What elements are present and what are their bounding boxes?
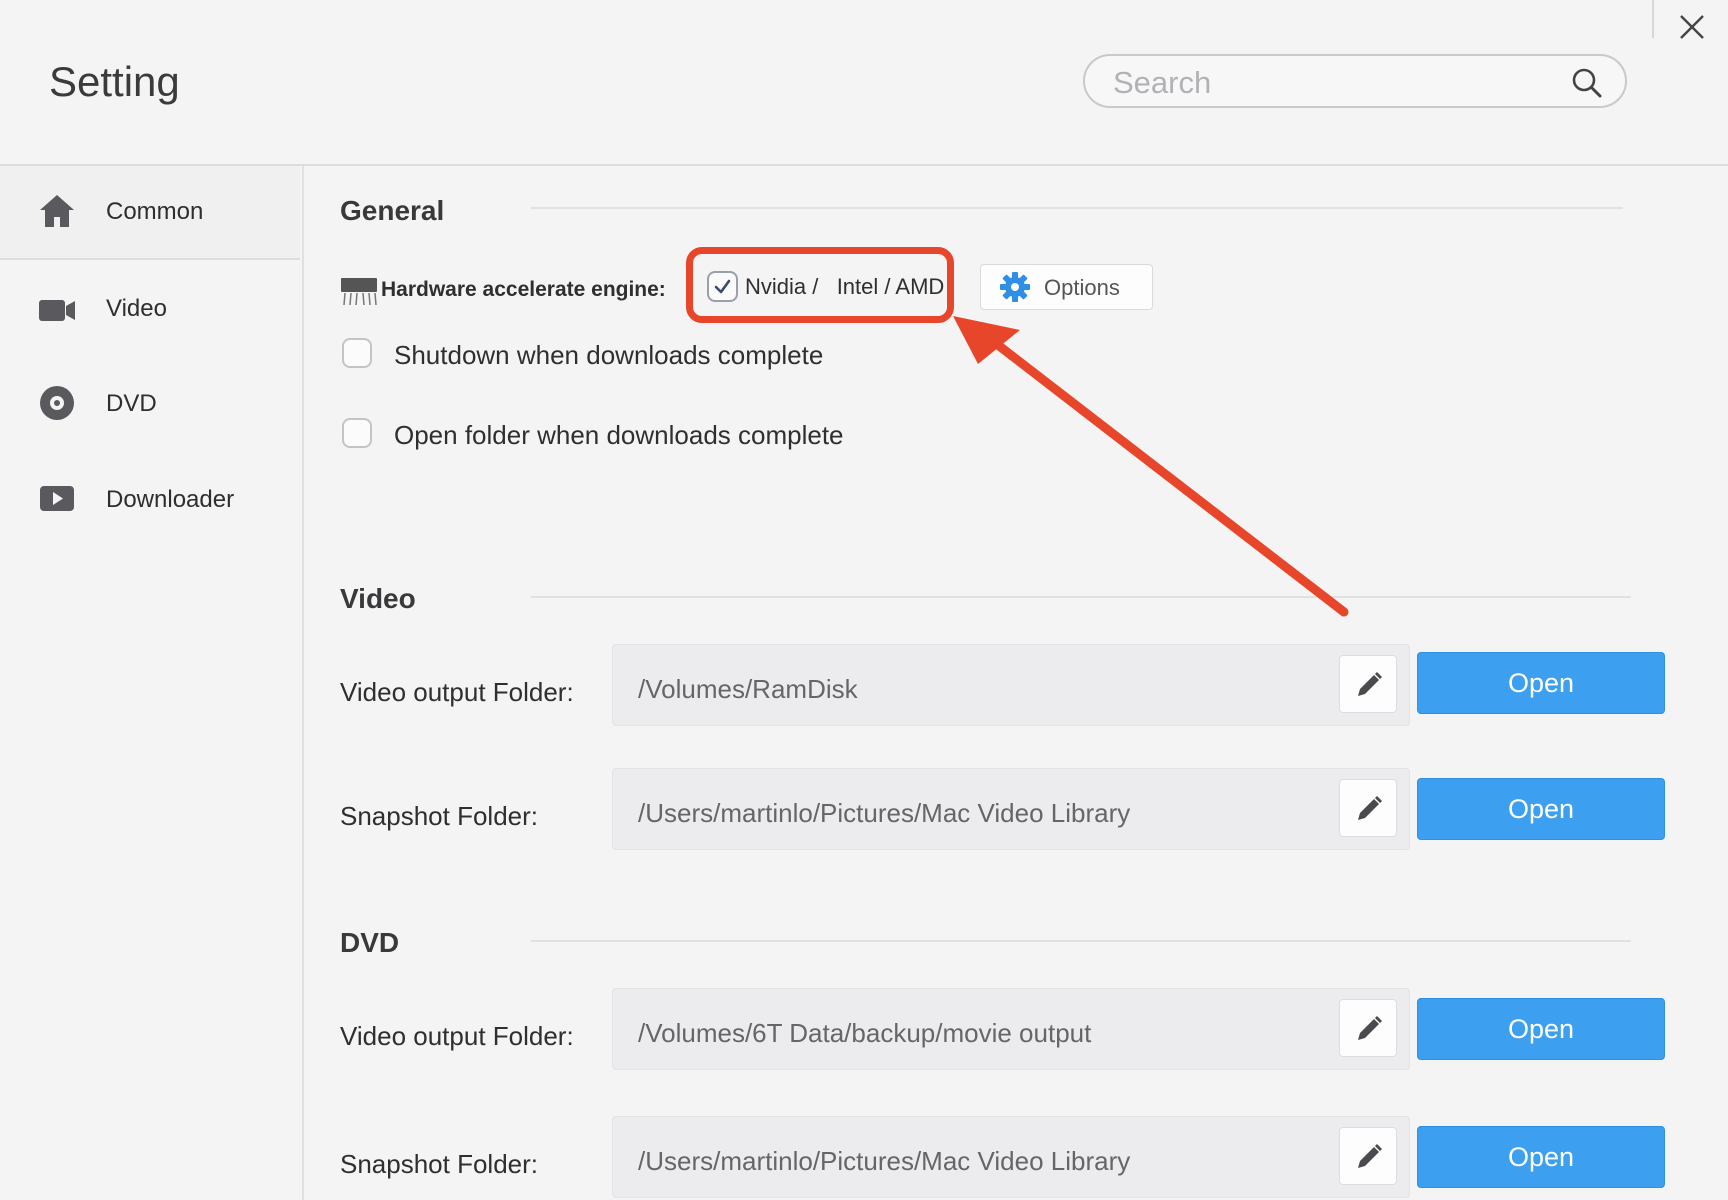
disc-icon bbox=[40, 386, 74, 420]
pencil-icon bbox=[1358, 1144, 1382, 1168]
edit-video-output-folder-button[interactable] bbox=[1339, 655, 1397, 713]
hardware-accelerate-label: Hardware accelerate engine: bbox=[381, 278, 666, 301]
close-icon[interactable] bbox=[1677, 12, 1707, 42]
section-divider bbox=[531, 596, 1631, 598]
section-title-video: Video bbox=[340, 583, 416, 614]
sidebar-item-label: Video bbox=[106, 295, 167, 322]
shutdown-label: Shutdown when downloads complete bbox=[394, 340, 824, 370]
gear-icon bbox=[1000, 272, 1030, 302]
dvd-snapshot-folder-path: /Users/martinlo/Pictures/Mac Video Libra… bbox=[638, 1146, 1131, 1176]
search-icon[interactable] bbox=[1571, 67, 1603, 99]
options-button[interactable]: Options bbox=[980, 264, 1153, 310]
section-title-general: General bbox=[340, 195, 445, 226]
pencil-icon bbox=[1358, 796, 1382, 820]
search-input[interactable] bbox=[1111, 66, 1555, 100]
sidebar-item-common[interactable]: Common bbox=[0, 166, 300, 260]
dvd-snapshot-folder-label: Snapshot Folder: bbox=[340, 1149, 539, 1179]
open-dvd-output-folder-button[interactable]: Open bbox=[1417, 998, 1665, 1060]
video-snapshot-folder-label: Snapshot Folder: bbox=[340, 801, 539, 831]
chip-icon bbox=[341, 278, 377, 306]
window-title: Setting bbox=[49, 58, 180, 105]
open-video-output-folder-button[interactable]: Open bbox=[1417, 652, 1665, 714]
sidebar-item-label: Common bbox=[106, 198, 204, 225]
shutdown-checkbox[interactable] bbox=[342, 338, 372, 368]
edit-dvd-output-folder-button[interactable] bbox=[1339, 999, 1397, 1057]
section-divider bbox=[531, 207, 1623, 209]
dvd-output-folder-label: Video output Folder: bbox=[340, 1021, 574, 1051]
hardware-accelerate-checkbox[interactable] bbox=[707, 271, 738, 302]
checkmark-icon bbox=[714, 279, 731, 294]
open-folder-checkbox[interactable] bbox=[342, 418, 372, 448]
sidebar-item-dvd[interactable]: DVD bbox=[0, 360, 300, 452]
sidebar-item-video[interactable]: Video bbox=[0, 265, 300, 357]
video-output-folder-label: Video output Folder: bbox=[340, 677, 574, 707]
section-divider bbox=[531, 940, 1631, 942]
video-snapshot-folder-path: /Users/martinlo/Pictures/Mac Video Libra… bbox=[638, 798, 1131, 828]
section-title-dvd: DVD bbox=[340, 927, 400, 958]
video-camera-icon bbox=[39, 300, 75, 321]
hardware-engine-option-label: Nvidia / Intel / AMD bbox=[745, 274, 945, 299]
video-output-folder-path: /Volumes/RamDisk bbox=[638, 674, 858, 704]
dvd-snapshot-folder-field[interactable]: /Users/martinlo/Pictures/Mac Video Libra… bbox=[612, 1116, 1410, 1198]
pencil-icon bbox=[1358, 672, 1382, 696]
sidebar-item-downloader[interactable]: Downloader bbox=[0, 454, 300, 546]
video-snapshot-folder-field[interactable]: /Users/martinlo/Pictures/Mac Video Libra… bbox=[612, 768, 1410, 850]
play-icon bbox=[40, 486, 74, 511]
settings-header: Setting bbox=[0, 0, 1728, 166]
sidebar-item-label: Downloader bbox=[106, 486, 235, 513]
edit-video-snapshot-folder-button[interactable] bbox=[1339, 779, 1397, 837]
search-box[interactable] bbox=[1083, 54, 1627, 108]
open-video-snapshot-folder-button[interactable]: Open bbox=[1417, 778, 1665, 840]
options-button-label: Options bbox=[1044, 275, 1120, 300]
sidebar: Common Video DVD Downloader bbox=[0, 166, 304, 1200]
dvd-output-folder-field[interactable]: /Volumes/6T Data/backup/movie output bbox=[612, 988, 1410, 1070]
home-icon bbox=[40, 195, 74, 227]
dvd-output-folder-path: /Volumes/6T Data/backup/movie output bbox=[638, 1018, 1092, 1048]
header-divider bbox=[1652, 0, 1654, 38]
pencil-icon bbox=[1358, 1016, 1382, 1040]
open-dvd-snapshot-folder-button[interactable]: Open bbox=[1417, 1126, 1665, 1188]
video-output-folder-field[interactable]: /Volumes/RamDisk bbox=[612, 644, 1410, 726]
sidebar-item-label: DVD bbox=[106, 390, 157, 417]
edit-dvd-snapshot-folder-button[interactable] bbox=[1339, 1127, 1397, 1185]
open-folder-label: Open folder when downloads complete bbox=[394, 420, 844, 450]
